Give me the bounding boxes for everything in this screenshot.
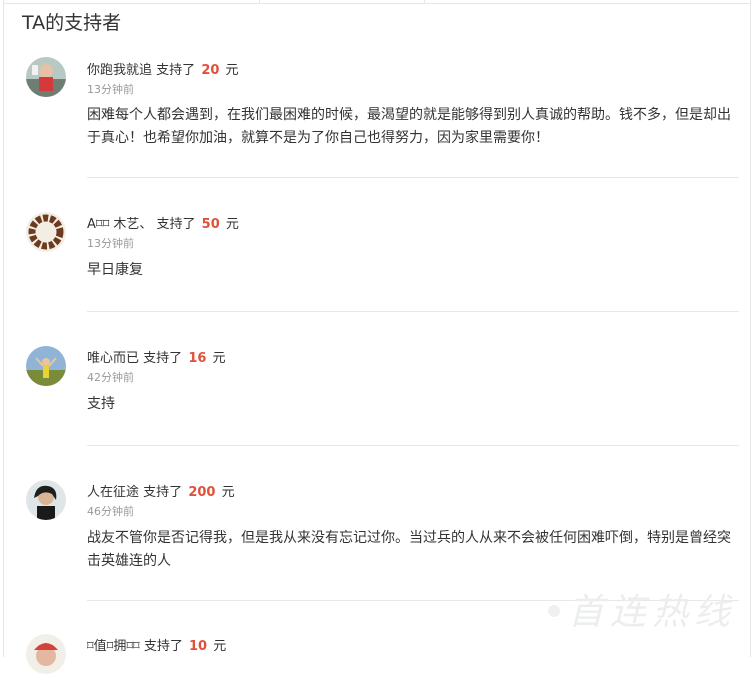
support-message: 早日康复	[87, 262, 143, 278]
support-message: 战友不管你是否记得我，但是我从来没有忘记过你。当过兵的人从来不会被任何困难吓倒，…	[87, 530, 731, 569]
currency-unit: 元	[213, 639, 227, 654]
watermark: 首连热线	[567, 592, 736, 633]
support-action: 支持了	[156, 63, 196, 78]
avatar[interactable]	[26, 346, 66, 386]
supporter-name[interactable]: ⌑值⌑拥⌑⌑	[87, 639, 140, 654]
support-action: 支持了	[143, 485, 183, 500]
watermark-dot	[548, 605, 560, 617]
support-time: 13分钟前	[87, 83, 134, 96]
support-amount: 20	[201, 63, 220, 78]
avatar[interactable]	[26, 480, 66, 520]
currency-unit: 元	[212, 351, 226, 366]
supporter-name-line: 你跑我就追 支持了 20 元	[87, 59, 239, 78]
top-tab-strip	[4, 0, 750, 4]
supporter-name[interactable]: 人在征途	[87, 485, 139, 500]
support-amount: 50	[201, 217, 220, 232]
currency-unit: 元	[225, 217, 239, 232]
support-message: 支持	[87, 396, 115, 412]
support-message: 困难每个人都会遇到，在我们最困难的时候，最渴望的就是能够得到别人真诚的帮助。钱不…	[87, 107, 731, 146]
avatar[interactable]	[26, 57, 66, 97]
support-action: 支持了	[143, 639, 183, 654]
support-time: 46分钟前	[87, 505, 134, 518]
supporter-name[interactable]: A⌑⌑ 木艺、	[87, 217, 152, 232]
avatar[interactable]	[26, 634, 66, 674]
divider	[87, 445, 739, 446]
divider	[87, 311, 739, 312]
support-amount: 10	[188, 639, 208, 654]
supporter-name-line: A⌑⌑ 木艺、 支持了 50 元	[87, 213, 239, 232]
support-amount: 200	[188, 485, 216, 500]
support-action: 支持了	[156, 217, 196, 232]
supporter-name-line: ⌑值⌑拥⌑⌑ 支持了 10 元	[87, 635, 226, 654]
divider	[87, 177, 739, 178]
avatar[interactable]	[26, 212, 66, 252]
support-time: 42分钟前	[87, 371, 134, 384]
support-action: 支持了	[143, 351, 183, 366]
supporter-name[interactable]: 你跑我就追	[87, 63, 152, 78]
support-time: 13分钟前	[87, 237, 134, 250]
section-title: TA的支持者	[22, 12, 122, 34]
support-amount: 16	[188, 351, 207, 366]
supporter-name-line: 人在征途 支持了 200 元	[87, 481, 235, 500]
supporter-name[interactable]: 唯心而已	[87, 351, 139, 366]
currency-unit: 元	[221, 485, 235, 500]
currency-unit: 元	[225, 63, 239, 78]
supporters-panel: TA的支持者 你跑我就追 支持了 20 元 13分钟前 困难每个人都会遇到，在我…	[3, 0, 751, 674]
supporter-name-line: 唯心而已 支持了 16 元	[87, 347, 226, 366]
